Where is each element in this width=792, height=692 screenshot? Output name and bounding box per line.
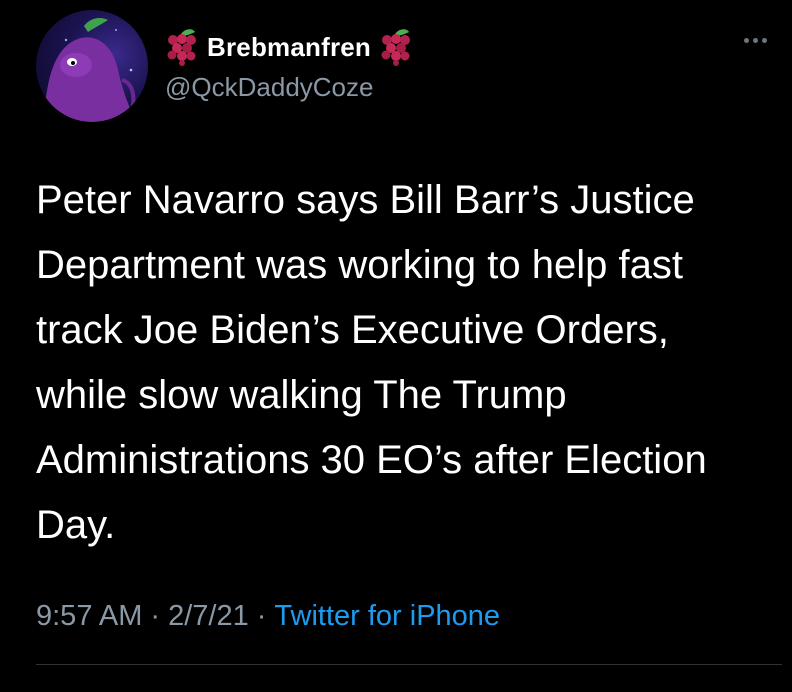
display-name[interactable]: Brebmanfren bbox=[207, 32, 371, 63]
tweet-source-link[interactable]: Twitter for iPhone bbox=[274, 600, 500, 633]
tweet-meta: 9:57 AM · 2/7/21 · Twitter for iPhone bbox=[36, 600, 500, 633]
grapes-icon bbox=[165, 28, 199, 66]
avatar-image bbox=[44, 18, 136, 122]
meta-separator: · bbox=[150, 600, 161, 632]
dot bbox=[744, 38, 749, 43]
divider bbox=[36, 664, 782, 665]
dot bbox=[762, 38, 767, 43]
dot bbox=[753, 38, 758, 43]
user-handle[interactable]: @QckDaddyCoze bbox=[165, 72, 373, 103]
more-options-icon[interactable] bbox=[744, 38, 767, 43]
avatar[interactable] bbox=[36, 10, 148, 122]
tweet-time[interactable]: 9:57 AM bbox=[36, 600, 142, 633]
grapes-icon bbox=[379, 28, 413, 66]
meta-separator: · bbox=[256, 600, 267, 632]
name-row: Brebmanfren bbox=[165, 28, 413, 66]
tweet-text: Peter Navarro says Bill Barr’s Justice D… bbox=[36, 178, 707, 547]
tweet-date[interactable]: 2/7/21 bbox=[168, 600, 249, 633]
